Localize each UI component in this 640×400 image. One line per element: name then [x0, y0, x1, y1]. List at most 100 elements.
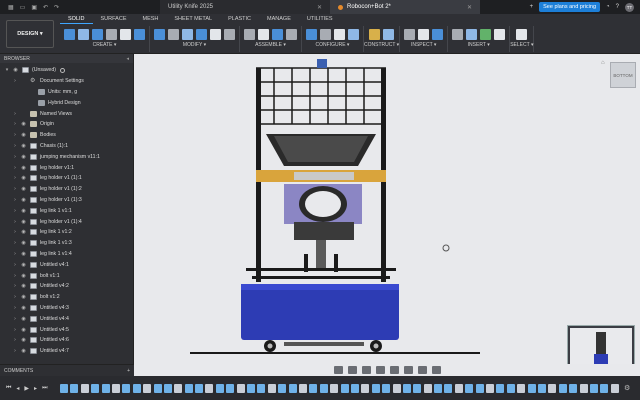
eye-icon[interactable]: ◉: [19, 337, 28, 343]
expand-arrow-icon[interactable]: ›: [11, 229, 19, 235]
tool-icon[interactable]: [210, 28, 221, 40]
expand-arrow-icon[interactable]: ›: [11, 348, 19, 354]
timeline-feature-icon[interactable]: [174, 383, 183, 393]
expand-arrow-icon[interactable]: ›: [11, 262, 19, 268]
timeline-feature-icon[interactable]: [226, 383, 235, 393]
tool-icon[interactable]: [516, 28, 528, 40]
timeline-settings-icon[interactable]: ⚙: [624, 384, 630, 392]
timeline-feature-icon[interactable]: [288, 383, 297, 393]
timeline-feature-icon[interactable]: [257, 383, 266, 393]
group-menu-button[interactable]: INSPECT ▾: [411, 42, 436, 48]
timeline-feature-icon[interactable]: [298, 383, 307, 393]
expand-arrow-icon[interactable]: ›: [11, 165, 19, 171]
go-to-end-icon[interactable]: ⏭: [42, 385, 47, 392]
expand-arrow-icon[interactable]: ›: [11, 305, 19, 311]
expand-arrow-icon[interactable]: ›: [11, 337, 19, 343]
timeline-feature-icon[interactable]: [537, 383, 546, 393]
timeline-feature-icon[interactable]: [163, 383, 172, 393]
timeline-feature-icon[interactable]: [330, 383, 339, 393]
file-icon[interactable]: ▭: [20, 4, 26, 11]
timeline-feature-icon[interactable]: [434, 383, 443, 393]
timeline-feature-icon[interactable]: [319, 383, 328, 393]
expand-arrow-icon[interactable]: ›: [11, 111, 19, 117]
timeline-feature-icon[interactable]: [153, 383, 162, 393]
tab-mesh[interactable]: MESH: [135, 15, 167, 24]
eye-icon[interactable]: ◉: [19, 316, 28, 322]
timeline-feature-icon[interactable]: [132, 383, 141, 393]
group-menu-button[interactable]: SELECT ▾: [510, 42, 533, 48]
timeline-feature-icon[interactable]: [340, 383, 349, 393]
tool-icon[interactable]: [258, 28, 269, 40]
tool-icon[interactable]: [369, 28, 381, 40]
comments-panel[interactable]: COMMENTS +: [0, 364, 134, 376]
browser-item[interactable]: › ◉ Chasis (1):1: [0, 141, 133, 152]
browser-item[interactable]: › Named Views: [0, 108, 133, 119]
group-menu-button[interactable]: ASSEMBLE ▾: [255, 42, 286, 48]
expand-arrow-icon[interactable]: ›: [11, 316, 19, 322]
timeline-feature-icon[interactable]: [80, 383, 89, 393]
eye-icon[interactable]: ◉: [19, 121, 28, 127]
browser-item[interactable]: › ◉ leg link 1 v1:2: [0, 227, 133, 238]
browser-item[interactable]: › ◉ leg link 1 v1:1: [0, 205, 133, 216]
redo-icon[interactable]: ↷: [54, 4, 59, 11]
browser-item[interactable]: › ◉ bolt v1:1: [0, 270, 133, 281]
browser-item[interactable]: › ◉ leg holder v1:1: [0, 162, 133, 173]
timeline-feature-icon[interactable]: [350, 383, 359, 393]
eye-icon[interactable]: ◉: [19, 294, 28, 300]
timeline-feature-icon[interactable]: [496, 383, 505, 393]
browser-item[interactable]: › ◉ Untitled v4:5: [0, 324, 133, 335]
expand-arrow-icon[interactable]: ›: [11, 175, 19, 181]
expand-arrow-icon[interactable]: ›: [11, 78, 19, 84]
timeline-feature-icon[interactable]: [610, 383, 619, 393]
canvas-viewport[interactable]: ⌂ BOTTOM: [134, 54, 640, 364]
timeline-feature-icon[interactable]: [517, 383, 526, 393]
group-menu-button[interactable]: CREATE ▾: [93, 42, 117, 48]
timeline-feature-icon[interactable]: [361, 383, 370, 393]
eye-icon[interactable]: ◉: [19, 219, 28, 225]
apps-grid-icon[interactable]: ▦: [8, 4, 14, 11]
tab-sheet-metal[interactable]: SHEET METAL: [166, 15, 220, 24]
workspace-switcher[interactable]: DESIGN ▾: [6, 20, 54, 48]
browser-item[interactable]: Units: mm, g: [0, 87, 133, 98]
expand-arrow-icon[interactable]: ›: [11, 273, 19, 279]
eye-icon[interactable]: ◉: [19, 327, 28, 333]
tool-icon[interactable]: [286, 28, 297, 40]
group-menu-button[interactable]: MODIFY ▾: [183, 42, 206, 48]
timeline-feature-icon[interactable]: [247, 383, 256, 393]
timeline-feature-icon[interactable]: [215, 383, 224, 393]
tab-surface[interactable]: SURFACE: [93, 15, 135, 24]
browser-item[interactable]: › ◉ leg link 1 v1:4: [0, 249, 133, 260]
tool-icon[interactable]: [120, 28, 131, 40]
tool-icon[interactable]: [348, 28, 359, 40]
expand-arrow-icon[interactable]: ›: [11, 327, 19, 333]
browser-item[interactable]: › ◉ leg holder v1 (1):1: [0, 173, 133, 184]
eye-icon[interactable]: ◉: [19, 132, 28, 138]
tool-icon[interactable]: [320, 28, 331, 40]
timeline-feature-icon[interactable]: [558, 383, 567, 393]
timeline-feature-icon[interactable]: [423, 383, 432, 393]
eye-icon[interactable]: ◉: [19, 262, 28, 268]
home-icon[interactable]: ⌂: [601, 60, 607, 66]
timeline-feature-icon[interactable]: [569, 383, 578, 393]
timeline-feature-icon[interactable]: [548, 383, 557, 393]
browser-item[interactable]: Hybrid Design: [0, 97, 133, 108]
zoom-icon[interactable]: [375, 366, 385, 374]
eye-icon[interactable]: ◉: [19, 154, 28, 160]
eye-icon[interactable]: ◉: [19, 186, 28, 192]
timeline-feature-icon[interactable]: [70, 383, 79, 393]
expand-arrow-icon[interactable]: ›: [11, 294, 19, 300]
browser-item[interactable]: › ⚙ Document Settings: [0, 76, 133, 87]
step-forward-icon[interactable]: ▸: [34, 385, 37, 392]
expand-arrow-icon[interactable]: ›: [11, 219, 19, 225]
timeline-feature-icon[interactable]: [465, 383, 474, 393]
tool-icon[interactable]: [272, 28, 283, 40]
timeline-feature-icon[interactable]: [600, 383, 609, 393]
expand-arrow-icon[interactable]: ›: [11, 208, 19, 214]
browser-item[interactable]: › ◉ Untitled v4:3: [0, 303, 133, 314]
avatar[interactable]: TT: [625, 2, 634, 12]
browser-item[interactable]: › ◉ Untitled v4:2: [0, 281, 133, 292]
eye-icon[interactable]: ◉: [19, 273, 28, 279]
browser-item[interactable]: › ◉ jumping mechanism v11:1: [0, 151, 133, 162]
browser-item[interactable]: › ◉ Untitled v4:7: [0, 346, 133, 357]
browser-item[interactable]: › ◉ Untitled v4:4: [0, 313, 133, 324]
